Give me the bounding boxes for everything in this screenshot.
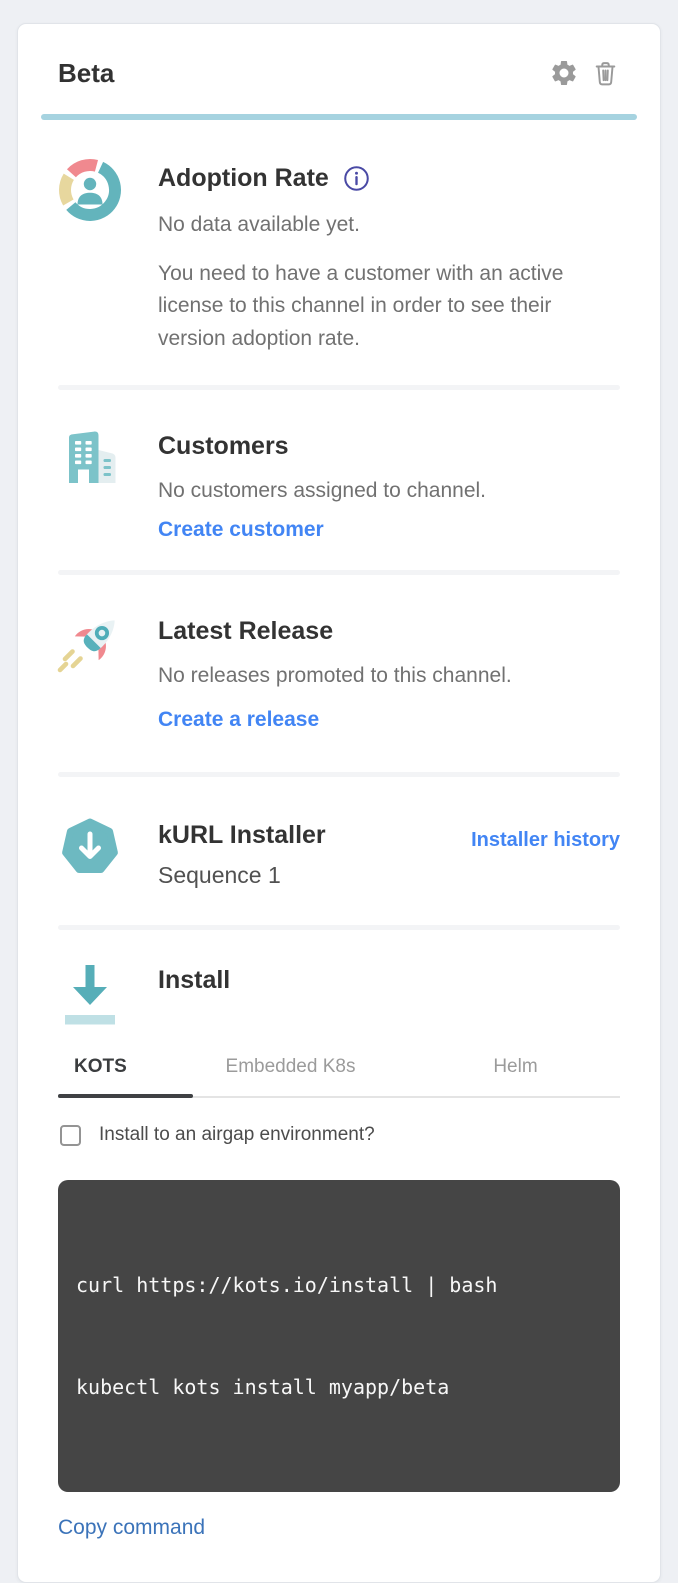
kurl-heptagon-icon (58, 815, 122, 879)
gear-icon (549, 58, 579, 88)
channel-delete-button[interactable] (591, 59, 620, 88)
latest-release-title: Latest Release (158, 616, 620, 646)
rocket-icon (53, 611, 117, 681)
download-arrow-icon (58, 960, 122, 1030)
tab-helm[interactable]: Helm (388, 1048, 643, 1096)
adoption-donut-icon (58, 158, 122, 222)
section-customers: Customers No customers assigned to chann… (58, 390, 620, 570)
customers-empty-text: No customers assigned to channel. (158, 475, 620, 508)
tab-kots[interactable]: KOTS (58, 1048, 193, 1096)
airgap-label: Install to an airgap environment? (99, 1124, 375, 1146)
installer-history-link[interactable]: Installer history (471, 829, 620, 852)
create-release-link[interactable]: Create a release (158, 708, 319, 732)
copy-command-link[interactable]: Copy command (58, 1516, 205, 1540)
channel-actions (549, 58, 620, 88)
channel-name: Beta (58, 58, 114, 89)
command-line-2: kubectl kots install myapp/beta (76, 1370, 602, 1404)
section-latest-release: Latest Release No releases promoted to t… (58, 575, 620, 773)
trash-icon (591, 59, 620, 88)
install-title: Install (158, 965, 620, 995)
tab-embedded-k8s[interactable]: Embedded K8s (193, 1048, 388, 1096)
channel-header: Beta (58, 54, 620, 92)
airgap-row: Install to an airgap environment? (58, 1124, 620, 1146)
airgap-checkbox[interactable] (60, 1125, 81, 1146)
adoption-rate-title: Adoption Rate (158, 163, 620, 193)
section-adoption-rate: Adoption Rate No data available yet. You… (58, 120, 620, 385)
info-icon[interactable] (343, 165, 370, 192)
channel-settings-button[interactable] (549, 58, 579, 88)
command-line-1: curl https://kots.io/install | bash (76, 1268, 602, 1302)
channel-card: Beta (17, 23, 661, 1583)
buildings-icon (58, 426, 122, 490)
installer-sequence: Sequence 1 (158, 862, 471, 889)
create-customer-link[interactable]: Create customer (158, 518, 324, 542)
adoption-empty-text: No data available yet. (158, 209, 620, 242)
install-tabs: KOTS Embedded K8s Helm (58, 1048, 620, 1098)
kurl-installer-title: kURL Installer (158, 820, 471, 850)
section-kurl-installer: kURL Installer Sequence 1 Installer hist… (58, 777, 620, 925)
section-install: Install (58, 930, 620, 1030)
release-empty-text: No releases promoted to this channel. (158, 660, 620, 693)
adoption-description: You need to have a customer with an acti… (158, 258, 588, 356)
install-command-block: curl https://kots.io/install | bash kube… (58, 1180, 620, 1492)
customers-title: Customers (158, 431, 620, 461)
